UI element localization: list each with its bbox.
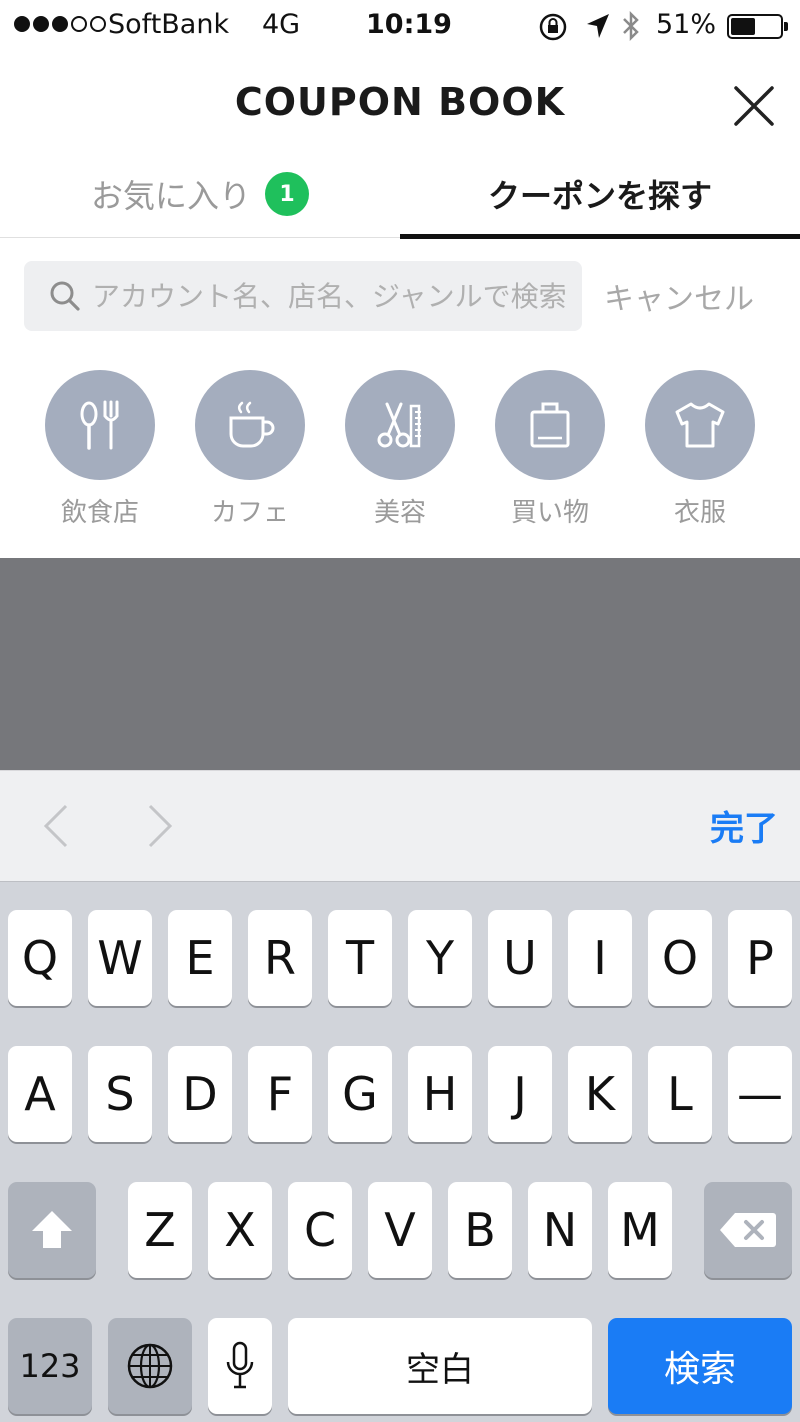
clothing-icon xyxy=(675,402,725,448)
key-s[interactable]: S xyxy=(88,1046,152,1142)
bluetooth-icon xyxy=(623,10,639,42)
cafe-icon xyxy=(229,401,275,448)
space-key[interactable]: 空白 xyxy=(288,1318,592,1414)
shift-key[interactable] xyxy=(8,1182,96,1278)
status-time: 10:19 xyxy=(366,9,452,40)
signal-strength-icon xyxy=(14,16,106,32)
delete-key[interactable] xyxy=(704,1182,792,1278)
dim-overlay[interactable] xyxy=(0,558,800,770)
key-v[interactable]: V xyxy=(368,1182,432,1278)
search-icon xyxy=(50,281,80,311)
category-label: 美容 xyxy=(373,498,426,528)
category-label: カフェ xyxy=(210,498,289,528)
favorites-count-badge: 1 xyxy=(265,172,309,216)
shift-icon xyxy=(32,1211,72,1248)
key-u[interactable]: U xyxy=(488,910,552,1006)
category-list: 飲食店 カフェ 美容 買い物 衣服 xyxy=(0,370,800,530)
battery-level xyxy=(731,18,756,35)
orientation-lock-icon xyxy=(539,13,567,41)
tab-favorites[interactable]: お気に入り 1 xyxy=(0,150,400,238)
search-key[interactable]: 検索 xyxy=(608,1318,792,1414)
microphone-icon xyxy=(226,1341,254,1389)
key-l[interactable]: L xyxy=(648,1046,712,1142)
category-label: 衣服 xyxy=(673,498,726,528)
key-e[interactable]: E xyxy=(168,910,232,1006)
tab-find-coupons[interactable]: クーポンを探す xyxy=(400,150,800,239)
key-z[interactable]: Z xyxy=(128,1182,192,1278)
cancel-button[interactable]: キャンセル xyxy=(604,261,754,331)
category-shopping[interactable]: 買い物 xyxy=(475,370,625,529)
category-label: 飲食店 xyxy=(60,498,139,528)
key-i[interactable]: I xyxy=(568,910,632,1006)
search-bar[interactable] xyxy=(24,261,582,331)
beauty-icon xyxy=(377,402,421,448)
category-restaurant[interactable]: 飲食店 xyxy=(25,370,175,529)
key-a[interactable]: A xyxy=(8,1046,72,1142)
carrier-name: SoftBank xyxy=(108,9,230,40)
key-y[interactable]: Y xyxy=(408,910,472,1006)
status-bar: SoftBank 4G 10:19 51% xyxy=(0,0,800,52)
key-h[interactable]: H xyxy=(408,1046,472,1142)
close-icon[interactable] xyxy=(728,80,780,132)
key-b[interactable]: B xyxy=(448,1182,512,1278)
globe-icon xyxy=(127,1343,173,1389)
battery-icon xyxy=(727,14,788,39)
key-f[interactable]: F xyxy=(248,1046,312,1142)
key-dash[interactable]: — xyxy=(728,1046,792,1142)
tab-bar: お気に入り 1 クーポンを探す xyxy=(0,150,800,239)
keyboard: Q W E R T Y U I O P A S D F G H J K L — … xyxy=(0,882,800,1422)
delete-icon xyxy=(720,1213,776,1247)
numbers-key[interactable]: 123 xyxy=(8,1318,92,1414)
microphone-key[interactable] xyxy=(208,1318,272,1414)
tab-favorites-label: お気に入り xyxy=(90,177,251,215)
category-clothing[interactable]: 衣服 xyxy=(625,370,775,529)
key-r[interactable]: R xyxy=(248,910,312,1006)
category-cafe[interactable]: カフェ xyxy=(175,370,325,529)
key-q[interactable]: Q xyxy=(8,910,72,1006)
network-type: 4G xyxy=(262,9,301,40)
restaurant-icon xyxy=(80,400,119,450)
key-c[interactable]: C xyxy=(288,1182,352,1278)
key-g[interactable]: G xyxy=(328,1046,392,1142)
key-o[interactable]: O xyxy=(648,910,712,1006)
battery-percentage: 51% xyxy=(656,9,717,40)
page-title: COUPON BOOK xyxy=(234,80,566,124)
key-j[interactable]: J xyxy=(488,1046,552,1142)
key-d[interactable]: D xyxy=(168,1046,232,1142)
category-beauty[interactable]: 美容 xyxy=(325,370,475,529)
done-button[interactable]: 完了 xyxy=(710,801,778,850)
key-p[interactable]: P xyxy=(728,910,792,1006)
key-n[interactable]: N xyxy=(528,1182,592,1278)
keyboard-accessory-bar: 完了 xyxy=(0,770,800,882)
key-t[interactable]: T xyxy=(328,910,392,1006)
chevron-left-icon[interactable] xyxy=(36,801,76,851)
key-x[interactable]: X xyxy=(208,1182,272,1278)
key-w[interactable]: W xyxy=(88,910,152,1006)
shopping-icon xyxy=(530,402,570,448)
key-m[interactable]: M xyxy=(608,1182,672,1278)
tab-find-coupons-label: クーポンを探す xyxy=(487,177,712,215)
search-input[interactable] xyxy=(92,279,572,313)
chevron-right-icon[interactable] xyxy=(140,801,180,851)
key-k[interactable]: K xyxy=(568,1046,632,1142)
globe-key[interactable] xyxy=(108,1318,192,1414)
location-arrow-icon xyxy=(587,14,609,38)
category-label: 買い物 xyxy=(510,498,589,528)
